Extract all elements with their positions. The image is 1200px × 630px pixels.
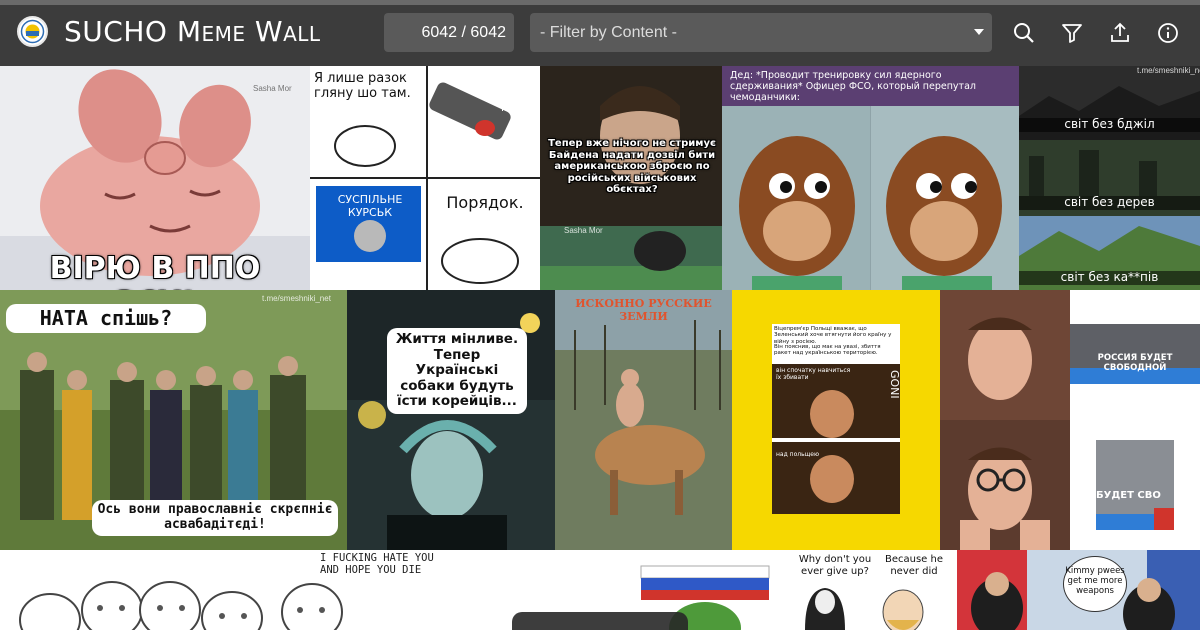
watermark: Sasha Mor bbox=[564, 226, 603, 235]
meme-caption: Ось вони православніє скрєпніє асвабадіт… bbox=[92, 500, 338, 536]
sucho-logo[interactable] bbox=[17, 16, 48, 47]
meme-caption: РОССИЯ БУДЕТ СВОБОДНОЙ bbox=[1097, 353, 1173, 373]
meme-caption: над польщею bbox=[776, 451, 820, 458]
meme-caption: Я лише разок гляну шо там. bbox=[314, 71, 411, 101]
brand-label: GONI bbox=[888, 370, 901, 399]
meme-image-world-without bbox=[1019, 66, 1200, 290]
meme-tile[interactable]: Why don't you ever give up? Because he n… bbox=[775, 550, 957, 630]
meme-caption: Тепер вже нічого не стримує Байдена нада… bbox=[548, 138, 716, 195]
meme-caption: Порядок. bbox=[446, 193, 524, 212]
meme-tile[interactable]: Життя мінливе. Тепер Українські собаки б… bbox=[347, 290, 555, 550]
upload-icon[interactable] bbox=[1108, 21, 1132, 45]
top-bar: SUCHO Meme Wall 6042 / 6042 - Filter by … bbox=[0, 0, 1200, 66]
meme-tile[interactable] bbox=[940, 290, 1070, 550]
meme-caption: Why don't you ever give up? bbox=[798, 554, 872, 577]
meme-caption: I FUCKING HATE YOU AND HOPE YOU DIE bbox=[320, 552, 434, 577]
meme-tile[interactable]: Sasha Mor ВІРЮ В ППО ЗСУ! bbox=[0, 66, 310, 290]
flag-label: ПРАВИТЕЛЬСТВО РФ bbox=[656, 566, 754, 576]
meme-caption: БУДЕТ СВО bbox=[1096, 490, 1161, 501]
meme-caption: Дед: *Проводит тренировку сил ядерного с… bbox=[730, 70, 976, 103]
watermark: Sasha Mor bbox=[253, 84, 292, 93]
meme-tile[interactable]: ИСКОННО РУССКИЕ ЗЕМЛИ bbox=[555, 290, 732, 550]
meme-caption: Віцепрем'єр Польщі вважає, що Зеленський… bbox=[774, 326, 892, 345]
search-icon[interactable] bbox=[1012, 21, 1036, 45]
media-controls[interactable] bbox=[512, 612, 688, 630]
meme-caption: Він пояснив, що має на увазі, збиття рак… bbox=[774, 344, 881, 357]
meme-tile[interactable]: t.me/smeshniki_net світ без бджіл світ б… bbox=[1019, 66, 1200, 290]
meme-tile[interactable]: Тепер вже нічого не стримує Байдена нада… bbox=[540, 66, 722, 290]
meme-caption: ИСКОННО РУССКИЕ ЗЕМЛИ bbox=[575, 297, 712, 323]
meme-card: Віцепрем'єр Польщі вважає, що Зеленський… bbox=[772, 324, 900, 514]
meme-tile[interactable]: Дед: *Проводит тренировку сил ядерного с… bbox=[722, 66, 1019, 290]
meme-image-free-russia bbox=[1070, 324, 1200, 530]
watermark: t.me/smeshniki_net bbox=[262, 294, 331, 303]
filter-icon[interactable] bbox=[1060, 21, 1084, 45]
meme-caption: він спочатку навчиться їх збивати bbox=[776, 367, 851, 381]
speech-bubble: Kimmy pwees get me more weapons bbox=[1063, 556, 1127, 612]
meme-tile[interactable]: Віцепрем'єр Польщі вважає, що Зеленський… bbox=[732, 290, 940, 550]
meme-caption: світ без бджіл bbox=[1019, 117, 1200, 132]
info-icon[interactable] bbox=[1156, 21, 1180, 45]
meme-caption: НАТА спішь? bbox=[6, 304, 206, 333]
sound-effect: клац bbox=[501, 101, 529, 114]
meme-tile[interactable]: Kimmy pwees get me more weapons bbox=[957, 550, 1200, 630]
meme-caption: світ без дерев bbox=[1019, 195, 1200, 210]
meme-caption: ВІРЮ В ППО ЗСУ! bbox=[49, 251, 261, 290]
meme-caption: Життя мінливе. Тепер Українські собаки б… bbox=[387, 328, 527, 414]
channel-label: СУСПІЛЬНЕ КУРСЬК bbox=[337, 193, 403, 219]
meme-image-cow-rider bbox=[555, 290, 732, 550]
meme-tile[interactable]: t.me/smeshniki_net НАТА спішь? Ось вони … bbox=[0, 290, 347, 550]
meme-counter[interactable]: 6042 / 6042 bbox=[384, 13, 514, 52]
chevron-down-icon bbox=[974, 29, 984, 35]
filter-by-content-select[interactable]: - Filter by Content - bbox=[530, 13, 992, 52]
meme-tile[interactable]: Я лише разок гляну шо там. клац СУСПІЛЬН… bbox=[310, 66, 540, 290]
meme-tile[interactable]: РОССИЯ БУДЕТ СВОБОДНОЙ БУДЕТ СВО bbox=[1070, 290, 1200, 550]
watermark: t.me/smeshniki_net bbox=[1137, 66, 1200, 75]
meme-caption: світ без ка**пів bbox=[1019, 270, 1200, 285]
meme-image-glasses bbox=[940, 290, 1070, 550]
app-title: SUCHO Meme Wall bbox=[64, 15, 321, 48]
meme-caption: Because he never did bbox=[884, 554, 943, 577]
